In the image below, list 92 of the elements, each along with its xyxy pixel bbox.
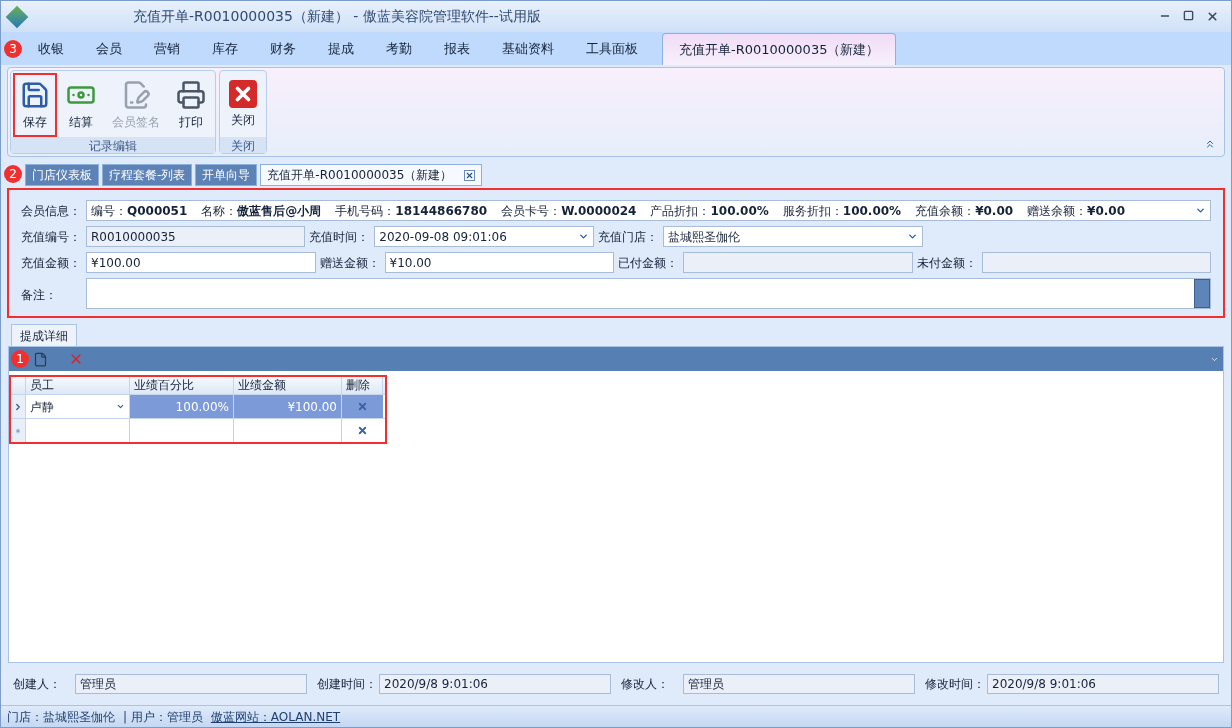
delete-icon[interactable] xyxy=(357,425,368,436)
close-tab-icon[interactable] xyxy=(464,169,476,181)
field-label: 备注： xyxy=(21,287,58,304)
maximize-icon[interactable] xyxy=(1183,10,1194,21)
info-label: 产品折扣： xyxy=(650,202,711,220)
field-label: 创建人： xyxy=(13,676,62,693)
info-label: 编号： xyxy=(91,202,127,220)
menu-tab[interactable]: 充值开单-R0010000035（新建） xyxy=(662,33,897,65)
callout-badge: 2 xyxy=(4,165,22,183)
current-row-icon xyxy=(13,401,23,412)
document-tab[interactable]: 疗程套餐-列表 xyxy=(102,164,193,186)
dropdown-caret-icon xyxy=(906,231,918,242)
field-label: 充值编号： xyxy=(21,228,82,246)
field-label: 修改人： xyxy=(621,676,670,693)
info-value: 100.00% xyxy=(710,202,769,220)
detail-tab[interactable]: 提成详细 xyxy=(11,324,77,346)
field-label: 创建时间： xyxy=(317,676,378,693)
info-value: 100.00% xyxy=(842,202,902,220)
info-value: ¥0.00 xyxy=(1087,202,1126,220)
collapse-ribbon-icon[interactable] xyxy=(1204,138,1216,150)
window-title: 充值开单-R0010000035（新建） - 傲蓝美容院管理软件--试用版 xyxy=(133,7,541,26)
new-row-marker-icon xyxy=(14,426,22,435)
dropdown-field[interactable]: 盐城熙圣伽伦 xyxy=(662,226,923,247)
menu-tab[interactable]: 库存 xyxy=(196,33,254,65)
callout-badge: 3 xyxy=(4,39,22,58)
field-label: 已付金额： xyxy=(618,254,679,272)
field-label: 充值门店： xyxy=(597,228,659,246)
dropdown-caret-icon xyxy=(577,231,589,242)
field-label: 赠送金额： xyxy=(319,254,381,272)
website-link[interactable]: 傲蓝网站：AOLAN.NET xyxy=(210,707,341,726)
info-value: 傲蓝售后@小周 xyxy=(237,202,322,220)
dropdown-field[interactable]: 2020-09-08 09:01:06 xyxy=(374,226,594,247)
info-label: 手机号码： xyxy=(335,202,396,220)
info-label: 名称： xyxy=(201,202,238,220)
column-header[interactable]: 业绩金额 xyxy=(234,377,342,394)
remark-textarea[interactable] xyxy=(86,278,1211,309)
input-field[interactable] xyxy=(981,252,1211,273)
store-status: 门店：盐城熙圣伽伦 xyxy=(7,708,115,726)
readonly-field: 2020/9/8 9:01:06 xyxy=(987,674,1219,694)
document-tab[interactable]: 开单向导 xyxy=(195,164,258,186)
field-label: 充值金额： xyxy=(21,254,82,272)
info-value: 18144866780 xyxy=(395,202,488,220)
user-status: | 用户：管理员 xyxy=(123,708,203,726)
member-info-dropdown[interactable]: 编号：Q000051 名称：傲蓝售后@小周 手机号码：18144866780 会员卡号：W.0000024 产品折扣：100.00% 服务折扣：100.00% 充值余额：¥0.00 赠送余额：¥0.00 xyxy=(86,200,1211,221)
info-label: 赠送余额： xyxy=(1027,202,1088,220)
printer-icon xyxy=(176,80,206,110)
readonly-field: 管理员 xyxy=(683,674,915,694)
menu-tab[interactable]: 工具面板 xyxy=(570,33,654,65)
document-tab[interactable]: 门店仪表板 xyxy=(25,164,99,186)
dropdown-caret-icon xyxy=(1195,205,1206,216)
menu-tab[interactable]: 报表 xyxy=(428,33,486,65)
scrollbar-icon[interactable] xyxy=(1194,279,1210,308)
close-icon xyxy=(229,80,257,108)
close-icon[interactable] xyxy=(1206,10,1219,23)
table-cell: 100.00% xyxy=(130,395,234,418)
menu-tab[interactable]: 营销 xyxy=(138,33,196,65)
readonly-field: 管理员 xyxy=(75,674,307,694)
column-header[interactable]: 业绩百分比 xyxy=(130,377,234,394)
info-value: ¥0.00 xyxy=(975,202,1014,220)
ribbon-button[interactable]: 保存 xyxy=(13,73,57,137)
column-header[interactable]: 删除 xyxy=(342,377,383,394)
menu-tab[interactable]: 提成 xyxy=(312,33,370,65)
menu-tab[interactable]: 财务 xyxy=(254,33,312,65)
ribbon-group-title: 记录编辑 xyxy=(11,137,215,153)
menu-tab[interactable]: 基础资料 xyxy=(486,33,570,65)
field-label: 会员信息： xyxy=(21,202,82,220)
info-label: 会员卡号： xyxy=(501,202,562,220)
document-tab[interactable]: 充值开单-R0010000035（新建） xyxy=(260,164,483,186)
input-field[interactable]: ¥100.00 xyxy=(86,252,316,273)
menu-tab[interactable]: 考勤 xyxy=(370,33,428,65)
ribbon-button[interactable]: 关闭 xyxy=(222,73,264,137)
new-row-icon[interactable] xyxy=(33,351,48,367)
table-cell: ¥100.00 xyxy=(234,395,342,418)
field-label: 充值时间： xyxy=(309,228,371,246)
input-field[interactable]: ¥10.00 xyxy=(384,252,614,273)
ribbon-group-title: 关闭 xyxy=(220,137,266,153)
ribbon-button[interactable]: 打印 xyxy=(169,73,213,137)
dropdown-caret-icon xyxy=(116,402,125,411)
info-label: 充值余额： xyxy=(915,202,976,220)
callout-badge: 1 xyxy=(11,350,29,368)
field-label: 修改时间： xyxy=(925,676,986,693)
field-label: 未付金额： xyxy=(916,254,978,272)
info-value: Q000051 xyxy=(127,202,188,220)
menu-tab[interactable]: 收银 xyxy=(22,33,80,65)
input-field[interactable] xyxy=(683,252,913,273)
info-label: 服务折扣： xyxy=(782,202,843,220)
ribbon-button[interactable]: 结算 xyxy=(59,73,103,137)
input-field[interactable]: R0010000035 xyxy=(86,226,306,247)
info-value: W.0000024 xyxy=(561,202,637,220)
menu-tab[interactable]: 会员 xyxy=(80,33,138,65)
readonly-field: 2020/9/8 9:01:06 xyxy=(379,674,611,694)
column-header[interactable]: 员工 xyxy=(26,377,130,394)
